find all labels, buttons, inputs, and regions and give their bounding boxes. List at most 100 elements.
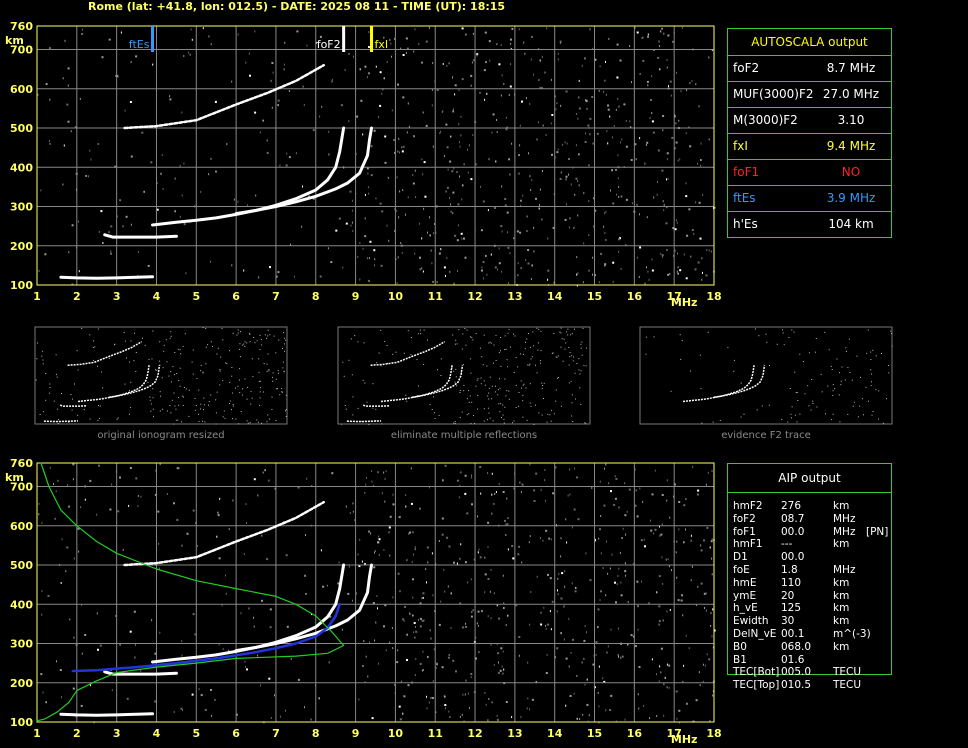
trace-series-4	[123, 500, 325, 567]
x-tick-label: 16	[627, 290, 643, 303]
thumb-noise	[260, 344, 262, 346]
thumb-noise	[252, 376, 254, 378]
thumb-noise	[224, 417, 226, 419]
noise-dot	[470, 673, 473, 675]
noise-dot	[545, 529, 548, 532]
thumb-noise	[380, 365, 382, 367]
thumb-noise	[475, 385, 477, 387]
noise-dot	[627, 601, 629, 603]
noise-dot	[677, 272, 679, 275]
noise-dot	[412, 614, 414, 617]
noise-field	[37, 26, 716, 287]
noise-dot	[433, 648, 435, 651]
thumb-noise	[505, 348, 507, 350]
noise-dot	[549, 610, 551, 613]
thumb-noise	[176, 373, 178, 374]
thumb-noise	[473, 415, 474, 417]
noise-dot	[427, 561, 429, 564]
noise-dot	[565, 178, 567, 181]
thumb-noise	[468, 401, 470, 403]
aip-unit: km	[833, 538, 850, 551]
noise-dot	[489, 590, 491, 593]
thumb-noise	[239, 392, 241, 394]
thumb-noise	[174, 405, 176, 407]
noise-dot	[141, 131, 144, 134]
noise-dot	[634, 645, 637, 648]
thumb-noise	[237, 385, 239, 387]
noise-dot	[533, 250, 535, 253]
noise-dot	[539, 59, 541, 62]
thumb-noise	[499, 411, 501, 413]
thumb-noise	[492, 362, 494, 364]
noise-dot	[529, 623, 531, 626]
thumb-noise	[526, 419, 528, 421]
noise-dot	[639, 72, 641, 75]
thumb-noise	[222, 416, 224, 418]
thumb-noise	[231, 409, 232, 411]
noise-dot	[659, 665, 661, 668]
thumb-noise	[417, 385, 419, 387]
noise-dot	[365, 483, 367, 486]
noise-dot	[530, 189, 532, 192]
noise-dot	[429, 216, 430, 219]
thumb-noise	[733, 359, 735, 361]
autoscala-value: NO	[841, 165, 861, 179]
noise-dot	[663, 683, 665, 686]
noise-dot	[412, 182, 415, 185]
noise-dot	[305, 534, 306, 537]
thumb-noise	[342, 361, 344, 363]
noise-dot	[544, 71, 546, 74]
aip-unit: km	[833, 576, 850, 589]
thumb-noise	[758, 335, 760, 337]
noise-dot	[676, 71, 677, 74]
thumb-noise	[681, 340, 683, 342]
noise-dot	[412, 578, 414, 581]
noise-dot	[414, 548, 416, 551]
noise-dot	[301, 225, 303, 228]
thumb-noise	[249, 341, 251, 343]
noise-dot	[413, 631, 415, 634]
thumb-noise	[72, 398, 73, 400]
thumb-noise	[116, 418, 118, 420]
noise-dot	[547, 278, 549, 281]
noise-dot	[616, 193, 618, 196]
noise-dot	[703, 539, 705, 542]
noise-dot	[659, 68, 661, 71]
thumb-noise	[579, 373, 581, 375]
thumb-noise	[463, 390, 465, 392]
noise-dot	[98, 464, 100, 467]
noise-dot	[507, 246, 510, 249]
thumb-noise	[483, 408, 485, 410]
noise-dot	[443, 694, 445, 697]
thumb-noise	[563, 338, 565, 340]
noise-dot	[231, 264, 233, 267]
thumb-noise	[508, 390, 510, 392]
noise-dot	[558, 572, 560, 575]
thumb-noise	[690, 370, 691, 372]
noise-dot	[652, 532, 654, 535]
noise-dot	[81, 652, 83, 655]
noise-dot	[681, 26, 683, 29]
thumb-noise	[133, 360, 135, 362]
thumb-noise	[543, 382, 545, 384]
noise-dot	[412, 174, 414, 177]
noise-dot	[397, 150, 399, 153]
noise-dot	[540, 611, 542, 614]
thumb-noise	[470, 423, 472, 424]
noise-dot	[176, 518, 179, 521]
noise-dot	[433, 232, 434, 235]
noise-dot	[482, 277, 484, 280]
y-tick-label: 500	[10, 122, 33, 135]
noise-dot	[621, 537, 623, 540]
noise-dot	[604, 263, 607, 266]
noise-dot	[130, 223, 132, 226]
noise-dot	[66, 546, 69, 549]
thumb-noise	[504, 406, 506, 408]
noise-dot	[519, 124, 521, 127]
noise-dot	[179, 215, 181, 218]
thumb-noise	[530, 346, 531, 348]
noise-dot	[639, 487, 641, 490]
noise-dot	[500, 647, 503, 650]
noise-dot	[624, 562, 626, 565]
y-tick-label: 100	[10, 279, 33, 292]
